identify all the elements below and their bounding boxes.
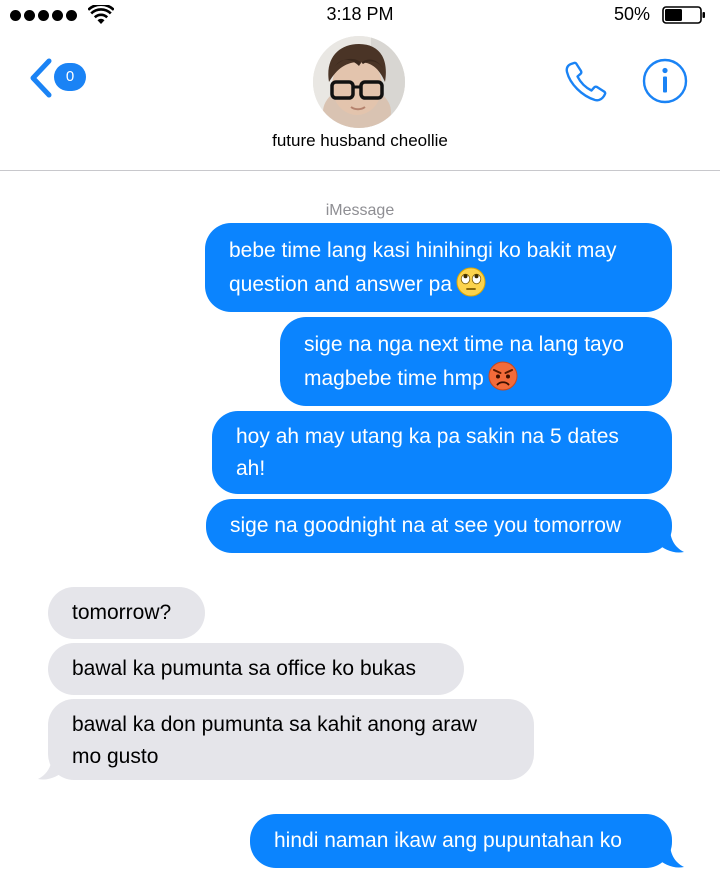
unread-count-badge: 0 <box>54 63 86 91</box>
bubble-tail <box>656 843 684 868</box>
message-text-line: magbebe time hmp <box>304 367 484 390</box>
message-bubble-received[interactable]: bawal ka don pumunta sa kahit anong araw… <box>48 699 534 780</box>
status-bar: 3:18 PM 50% <box>0 0 720 30</box>
back-button[interactable]: 0 <box>28 58 98 98</box>
message-text-line: sige na goodnight na at see you tomorrow <box>230 514 622 537</box>
message-text-line: bawal ka pumunta sa office ko bukas <box>72 657 416 680</box>
message-text-line: tomorrow? <box>72 601 172 624</box>
status-time: 3:18 PM <box>326 4 394 24</box>
angry-face-icon <box>488 361 518 391</box>
message-text-line: ah! <box>236 457 266 480</box>
contact-photo <box>313 36 405 128</box>
battery-percentage: 50% <box>613 4 650 24</box>
message-text-line: hoy ah may utang ka pa sakin na 5 dates <box>236 425 619 448</box>
message-text-line: hindi naman ikaw ang pupuntahan ko <box>274 829 622 852</box>
contact-name[interactable]: future husband cheollie <box>0 131 720 151</box>
message-bubble-sent[interactable]: sige na nga next time na lang tayo magbe… <box>280 317 672 406</box>
info-icon[interactable] <box>641 57 689 105</box>
message-text-line: bawal ka don pumunta sa kahit anong araw <box>72 713 478 736</box>
message-text-line: mo gusto <box>72 745 159 768</box>
message-bubble-sent[interactable]: bebe time lang kasi hinihingi ko bakit m… <box>205 223 672 312</box>
chevron-left-icon <box>30 58 52 98</box>
messages-screen: 3:18 PM 50% 0 future husband cheollie iM… <box>0 0 720 886</box>
message-bubble-received[interactable]: bawal ka pumunta sa office ko bukas <box>48 643 464 695</box>
message-bubble-sent[interactable]: hoy ah may utang ka pa sakin na 5 dates … <box>212 411 672 494</box>
message-bubble-sent[interactable]: sige na goodnight na at see you tomorrow <box>206 499 672 553</box>
conversation-header: 0 future husband cheollie <box>0 30 720 171</box>
bubble-tail <box>656 528 684 553</box>
message-text-line: sige na nga next time na lang tayo <box>304 333 624 356</box>
message-text-line: question and answer pa <box>229 273 452 296</box>
message-bubble-sent[interactable]: hindi naman ikaw ang pupuntahan ko <box>250 814 672 868</box>
message-text-line: bebe time lang kasi hinihingi ko bakit m… <box>229 239 617 262</box>
battery-icon <box>662 6 705 24</box>
face-with-rolling-eyes-icon <box>456 267 486 297</box>
service-label: iMessage <box>325 202 395 219</box>
contact-avatar[interactable] <box>313 36 405 128</box>
message-bubble-received[interactable]: tomorrow? <box>48 587 205 639</box>
bubble-tail <box>38 755 66 780</box>
phone-icon[interactable] <box>562 58 610 106</box>
